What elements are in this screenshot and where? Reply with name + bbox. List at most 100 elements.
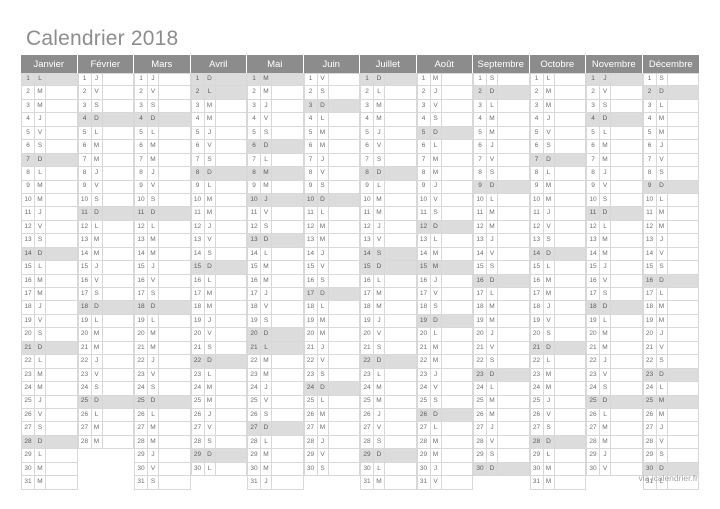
month-header-mars[interactable]: Mars: [134, 55, 191, 73]
day-note-cell[interactable]: [46, 234, 77, 247]
day-row[interactable]: 14 D: [529, 247, 586, 262]
day-row[interactable]: 30 J: [416, 462, 473, 477]
day-row[interactable]: 1M: [247, 73, 304, 87]
day-note-cell[interactable]: [46, 422, 77, 435]
day-row[interactable]: 13 V: [190, 234, 247, 248]
day-row[interactable]: 29 S: [642, 449, 699, 463]
day-row[interactable]: 25 V: [247, 395, 304, 409]
day-row[interactable]: 9J: [416, 180, 473, 194]
day-row[interactable]: 1J: [134, 73, 191, 87]
day-note-cell[interactable]: [667, 355, 698, 368]
day-note-cell[interactable]: [46, 395, 77, 408]
day-row[interactable]: 3M: [529, 99, 586, 114]
day-row[interactable]: 18 D: [77, 301, 134, 315]
day-note-cell[interactable]: [272, 368, 303, 382]
day-row[interactable]: 27 D: [247, 422, 304, 436]
day-row[interactable]: 10 S: [134, 193, 191, 208]
day-row[interactable]: 7M: [134, 153, 191, 168]
day-row[interactable]: 30 D: [473, 462, 530, 477]
day-row[interactable]: 28 M: [416, 435, 473, 450]
day-note-cell[interactable]: [554, 126, 585, 140]
day-note-cell[interactable]: [272, 395, 303, 408]
day-row[interactable]: 29 J: [586, 449, 643, 463]
day-note-cell[interactable]: [667, 395, 698, 408]
day-note-cell[interactable]: [441, 99, 472, 113]
day-row[interactable]: 17 M: [529, 288, 586, 302]
day-row[interactable]: 12 L: [134, 220, 191, 235]
day-row[interactable]: 18 M: [190, 301, 247, 315]
day-row[interactable]: 6V: [190, 140, 247, 154]
day-note-cell[interactable]: [441, 167, 472, 180]
day-row[interactable]: 2V: [134, 86, 191, 100]
day-note-cell[interactable]: [385, 193, 416, 207]
day-row[interactable]: 30 M: [21, 462, 78, 477]
day-note-cell[interactable]: [272, 314, 303, 328]
day-row[interactable]: 29 D: [360, 449, 417, 463]
day-note-cell[interactable]: [554, 234, 585, 247]
day-note-cell[interactable]: [215, 328, 246, 341]
day-note-cell[interactable]: [159, 220, 190, 234]
day-note-cell[interactable]: [46, 140, 77, 153]
day-note-cell[interactable]: [498, 301, 529, 314]
day-row[interactable]: 1D: [190, 73, 247, 87]
day-note-cell[interactable]: [611, 301, 642, 314]
day-row[interactable]: 11 S: [416, 207, 473, 221]
day-row[interactable]: 31 S: [134, 476, 191, 490]
day-note-cell[interactable]: [102, 126, 133, 140]
day-note-cell[interactable]: [441, 301, 472, 314]
day-row[interactable]: 16 D: [473, 274, 530, 288]
day-note-cell[interactable]: [441, 234, 472, 247]
day-note-cell[interactable]: [554, 167, 585, 180]
day-row[interactable]: 9V: [586, 180, 643, 194]
day-note-cell[interactable]: [272, 355, 303, 368]
day-note-cell[interactable]: [46, 314, 77, 328]
day-note-cell[interactable]: [272, 113, 303, 126]
day-row[interactable]: 27 S: [21, 422, 78, 436]
day-note-cell[interactable]: [215, 435, 246, 449]
day-note-cell[interactable]: [272, 462, 303, 476]
day-note-cell[interactable]: [554, 261, 585, 274]
day-row[interactable]: 20 V: [360, 328, 417, 342]
day-row[interactable]: 17 M: [360, 288, 417, 302]
day-note-cell[interactable]: [272, 140, 303, 153]
day-note-cell[interactable]: [385, 408, 416, 422]
day-note-cell[interactable]: [385, 314, 416, 328]
day-row[interactable]: 2M: [247, 86, 304, 100]
day-row[interactable]: 27 V: [190, 422, 247, 436]
day-row[interactable]: 16 M: [529, 274, 586, 288]
day-row[interactable]: 6J: [473, 140, 530, 154]
day-row[interactable]: 30 V: [134, 462, 191, 477]
day-row[interactable]: 28 J: [303, 435, 360, 450]
day-note-cell[interactable]: [554, 355, 585, 368]
day-row[interactable]: 8J: [77, 167, 134, 181]
day-note-cell[interactable]: [272, 207, 303, 220]
day-note-cell[interactable]: [441, 220, 472, 234]
day-row[interactable]: 7S: [360, 153, 417, 168]
day-note-cell[interactable]: [611, 382, 642, 395]
day-note-cell[interactable]: [554, 435, 585, 449]
day-row[interactable]: 9M: [247, 180, 304, 194]
day-row[interactable]: 2V: [586, 86, 643, 100]
day-row[interactable]: 17 L: [642, 288, 699, 302]
day-note-cell[interactable]: [215, 153, 246, 167]
day-row[interactable]: 14 V: [473, 247, 530, 262]
day-note-cell[interactable]: [159, 86, 190, 99]
day-row[interactable]: 27 M: [586, 422, 643, 436]
day-note-cell[interactable]: [385, 86, 416, 99]
day-row[interactable]: 2L: [360, 86, 417, 100]
month-header-août[interactable]: Août: [416, 55, 473, 73]
day-note-cell[interactable]: [441, 435, 472, 449]
day-row[interactable]: 2D: [642, 86, 699, 100]
day-row[interactable]: 1L: [21, 73, 78, 87]
day-note-cell[interactable]: [554, 314, 585, 328]
day-note-cell[interactable]: [498, 261, 529, 274]
day-row[interactable]: 6M: [303, 140, 360, 154]
day-row[interactable]: 14 M: [134, 247, 191, 262]
day-note-cell[interactable]: [159, 476, 190, 489]
day-row[interactable]: 1L: [529, 73, 586, 87]
day-row[interactable]: 15 D: [190, 261, 247, 275]
day-row[interactable]: 23 J: [416, 368, 473, 383]
day-note-cell[interactable]: [328, 314, 359, 328]
day-note-cell[interactable]: [215, 86, 246, 99]
day-row[interactable]: 29 L: [21, 449, 78, 463]
